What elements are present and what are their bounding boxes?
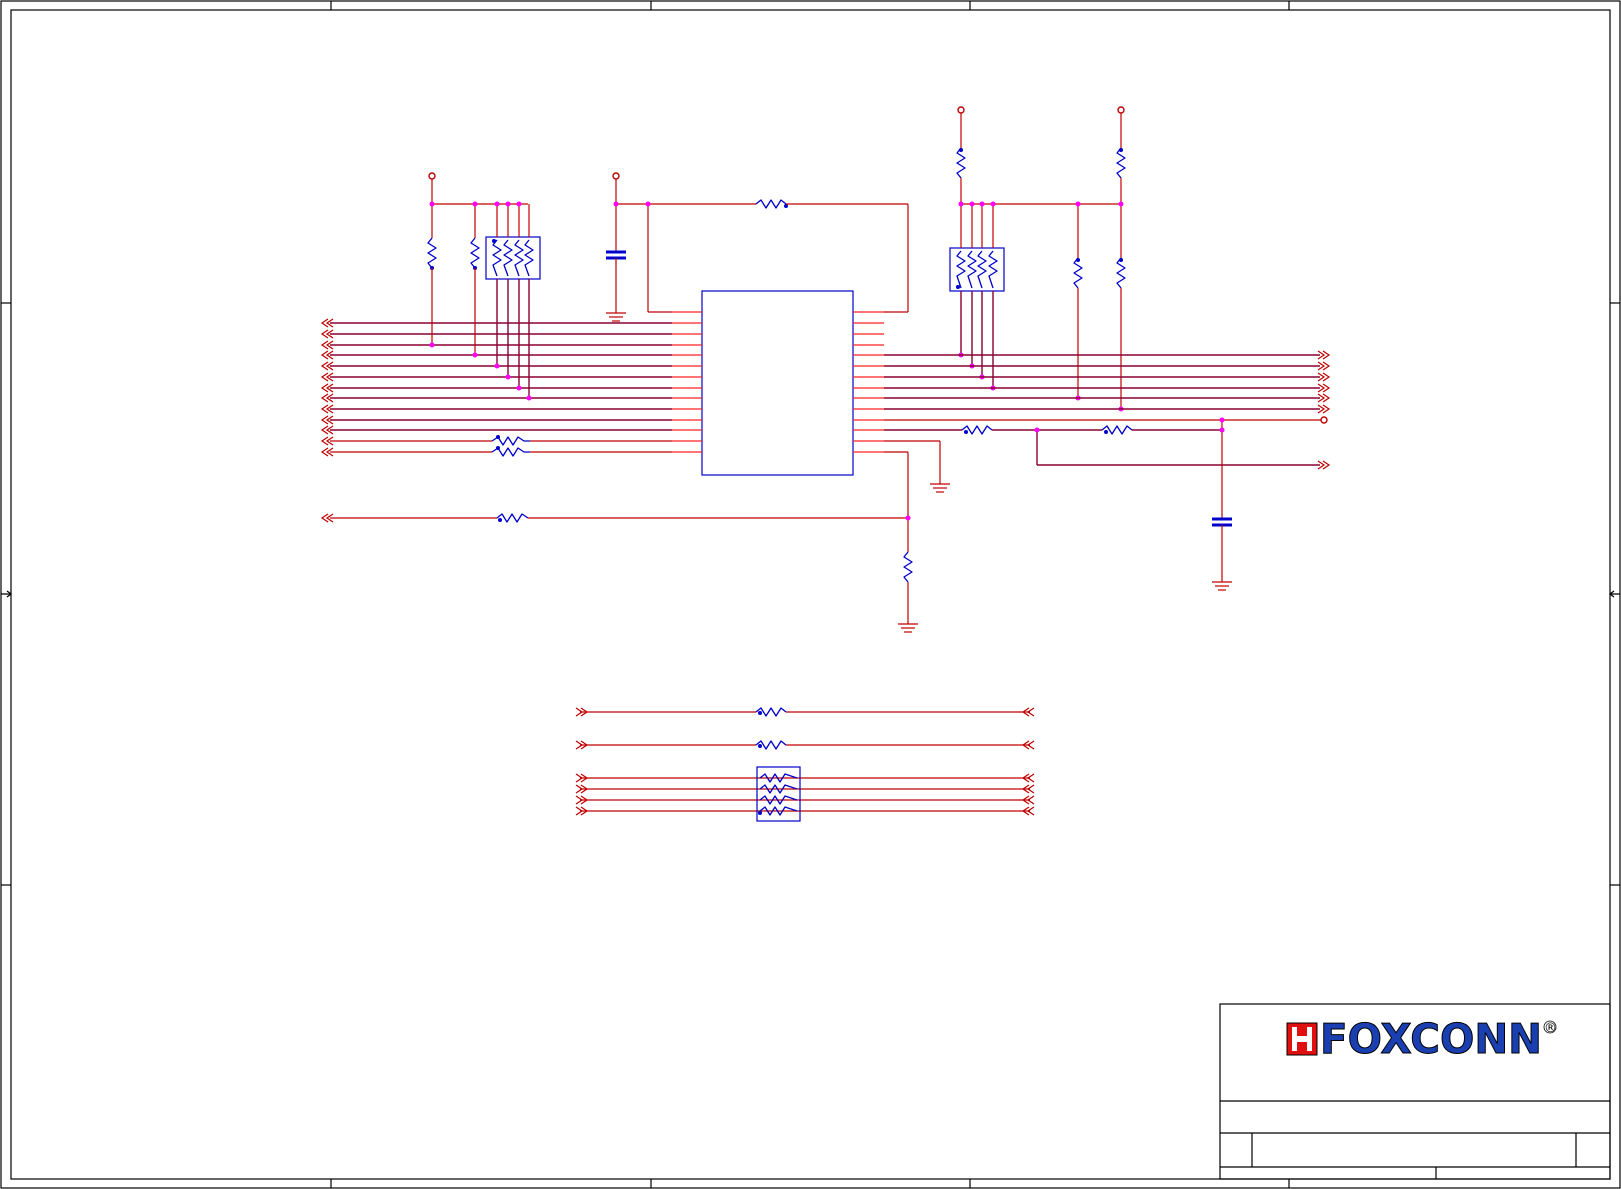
- ground-icon: [606, 312, 626, 322]
- sheet-frame: [0, 0, 1621, 1189]
- schematic-sheet: FOXCONN ®: [0, 0, 1621, 1189]
- off-page-connector-icon: [1317, 350, 1331, 414]
- resistor-network-icon: [949, 247, 1005, 292]
- main-ic: [672, 290, 884, 476]
- company-name: FOXCONN: [1320, 1015, 1542, 1063]
- ic-lower-connections: [320, 440, 950, 633]
- title-block: FOXCONN ®: [1219, 1003, 1611, 1180]
- resistor-icon: [491, 435, 530, 457]
- resistor-network-icon: [485, 236, 541, 280]
- capacitor-icon: [606, 250, 626, 260]
- right-signal-bus: [884, 350, 1331, 591]
- junction-dot-icon: [958, 201, 1124, 412]
- company-logo: FOXCONN ®: [1286, 1015, 1557, 1064]
- pass-through-resistors: [575, 707, 1035, 822]
- decoupling-network: [606, 172, 909, 322]
- junction-dot-icon: [429, 201, 532, 401]
- power-rail-icon: [428, 172, 436, 180]
- registered-mark: ®: [1544, 1021, 1557, 1036]
